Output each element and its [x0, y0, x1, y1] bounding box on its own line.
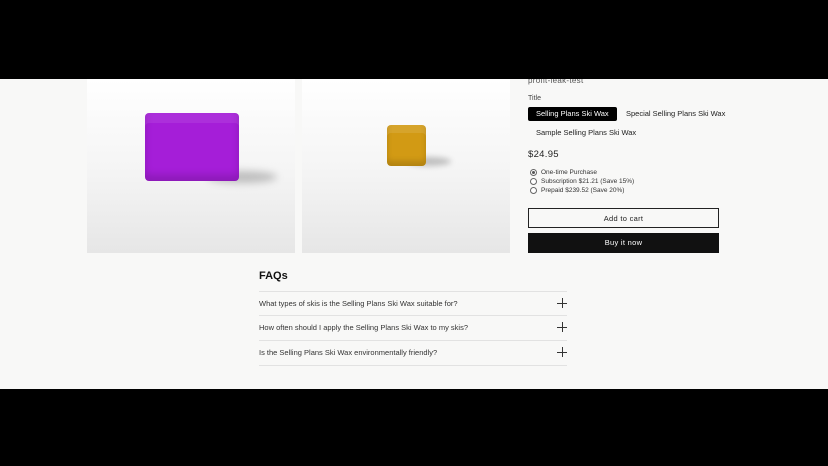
- purchase-option-label: Subscription $21.21 (Save 15%): [541, 178, 635, 185]
- radio-selected-icon[interactable]: [530, 169, 537, 176]
- faq-item[interactable]: How often should I apply the Selling Pla…: [259, 315, 567, 340]
- purchase-option-label: Prepaid $239.52 (Save 20%): [541, 187, 625, 194]
- purchase-option-subscription[interactable]: Subscription $21.21 (Save 15%): [530, 178, 634, 185]
- variant-pill-sample[interactable]: Sample Selling Plans Ski Wax: [528, 126, 644, 140]
- plus-icon[interactable]: [557, 347, 567, 357]
- faq-heading: FAQs: [259, 270, 288, 282]
- purchase-option-prepaid[interactable]: Prepaid $239.52 (Save 20%): [530, 187, 624, 194]
- faq-question: How often should I apply the Selling Pla…: [259, 323, 468, 332]
- purchase-option-label: One-time Purchase: [541, 169, 597, 176]
- radio-icon[interactable]: [530, 178, 537, 185]
- purple-wax-block: [145, 113, 239, 181]
- faq-question: What types of skis is the Selling Plans …: [259, 299, 458, 308]
- variant-option-label: Title: [528, 95, 541, 102]
- plus-icon[interactable]: [557, 298, 567, 308]
- buy-now-button[interactable]: Buy it now: [528, 233, 719, 253]
- product-vendor: profit-leak-test: [528, 79, 584, 85]
- yellow-wax-block: [387, 125, 426, 166]
- product-page: profit-leak-test Title Selling Plans Ski…: [0, 79, 828, 389]
- product-image-purple-wax[interactable]: [87, 79, 295, 253]
- faq-item[interactable]: Is the Selling Plans Ski Wax environment…: [259, 340, 567, 366]
- plus-icon[interactable]: [557, 322, 567, 332]
- variant-pill-special[interactable]: Special Selling Plans Ski Wax: [618, 107, 733, 121]
- product-image-yellow-wax[interactable]: [302, 79, 510, 253]
- radio-icon[interactable]: [530, 187, 537, 194]
- faq-question: Is the Selling Plans Ski Wax environment…: [259, 348, 438, 357]
- purchase-option-one-time[interactable]: One-time Purchase: [530, 169, 597, 176]
- add-to-cart-button[interactable]: Add to cart: [528, 208, 719, 228]
- faq-item[interactable]: What types of skis is the Selling Plans …: [259, 291, 567, 316]
- product-price: $24.95: [528, 149, 559, 160]
- variant-pill-selling-plans[interactable]: Selling Plans Ski Wax: [528, 107, 617, 121]
